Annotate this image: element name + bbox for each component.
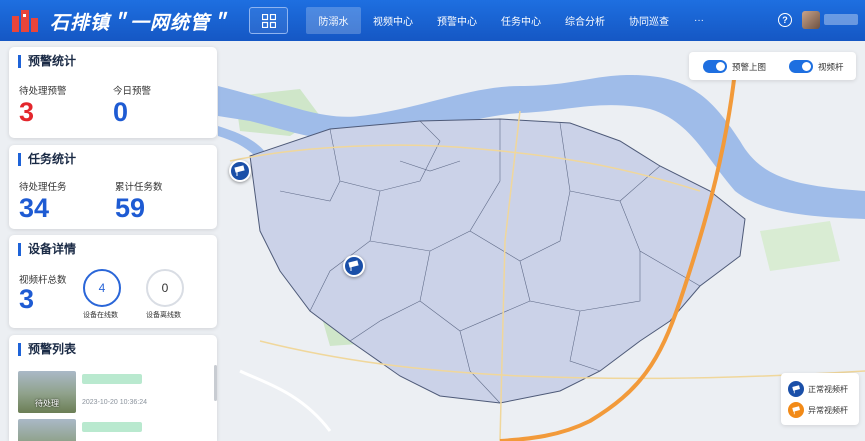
warning-list-item[interactable] xyxy=(18,419,208,441)
warning-list-scrollbar[interactable] xyxy=(214,365,217,401)
warning-location-blurred xyxy=(82,374,142,384)
task-stats-panel: 任务统计 待处理任务 34 累计任务数 59 xyxy=(9,145,217,229)
nav-more[interactable]: ··· xyxy=(681,7,717,34)
total-task-value: 59 xyxy=(115,193,146,223)
pending-task-value: 34 xyxy=(19,193,50,223)
avatar[interactable] xyxy=(802,11,820,29)
camera-icon xyxy=(234,165,245,176)
app-root: 石排镇＂一网统管＂ 防溺水 视频中心 预警中心 任务中心 综合分析 协同巡查 ·… xyxy=(0,0,865,441)
total-task-label: 累计任务数 xyxy=(115,182,163,193)
nav-tab-analysis[interactable]: 综合分析 xyxy=(553,7,617,34)
today-warning-label: 今日预警 xyxy=(113,86,152,97)
warning-layer-label: 预警上图 xyxy=(732,62,767,72)
top-bar: 石排镇＂一网统管＂ 防溺水 视频中心 预警中心 任务中心 综合分析 协同巡查 ·… xyxy=(0,0,865,41)
video-pole-marker[interactable] xyxy=(343,255,365,277)
warning-layer-switch[interactable] xyxy=(703,60,727,73)
nav-tab-task-center[interactable]: 任务中心 xyxy=(489,7,553,34)
device-detail-title: 设备详情 xyxy=(18,243,76,256)
warning-list-panel: 预警列表 待处理 2023-10-20 10:36:24 xyxy=(9,335,217,441)
device-detail-panel: 设备详情 视频杆总数 3 4 设备在线数 0 设备离线数 xyxy=(9,235,217,328)
warning-location-blurred xyxy=(82,422,142,432)
video-pole-layer-switch[interactable] xyxy=(789,60,813,73)
video-pole-layer-label: 视频杆 xyxy=(818,62,844,72)
normal-pole-icon xyxy=(788,381,804,397)
warning-thumbnail xyxy=(18,419,76,441)
grid-icon xyxy=(261,13,276,28)
legend-normal: 正常视频杆 xyxy=(788,380,848,398)
app-logo xyxy=(12,10,38,32)
today-warning-value: 0 xyxy=(113,97,129,127)
nav-tab-drowning-prevention[interactable]: 防溺水 xyxy=(306,7,361,34)
map-legend: 正常视频杆 异常视频杆 xyxy=(781,373,859,425)
camera-icon xyxy=(348,260,359,271)
warning-stats-panel: 预警统计 待处理预警 3 今日预警 0 xyxy=(9,47,217,138)
abnormal-pole-icon xyxy=(788,402,804,418)
legend-abnormal-label: 异常视频杆 xyxy=(808,405,848,415)
nav-tab-video-center[interactable]: 视频中心 xyxy=(361,7,425,34)
warning-stats-title: 预警统计 xyxy=(18,55,76,68)
pending-task-label: 待处理任务 xyxy=(19,182,67,193)
device-offline-ring: 0 xyxy=(146,269,184,307)
pending-warning-label: 待处理预警 xyxy=(19,86,67,97)
task-stats-title: 任务统计 xyxy=(18,153,76,166)
pending-warning-value: 3 xyxy=(19,97,35,127)
device-online-ring: 4 xyxy=(83,269,121,307)
video-pole-marker[interactable] xyxy=(229,160,251,182)
warning-thumbnail: 待处理 xyxy=(18,371,76,413)
warning-list-item[interactable]: 待处理 2023-10-20 10:36:24 xyxy=(18,371,208,413)
nav-tab-patrol[interactable]: 协同巡查 xyxy=(617,7,681,34)
video-pole-total-value: 3 xyxy=(19,284,35,314)
user-name-blurred[interactable] xyxy=(824,14,858,25)
nav-tab-warning-center[interactable]: 预警中心 xyxy=(425,7,489,34)
app-title: 石排镇＂一网统管＂ xyxy=(50,13,231,34)
warning-thumbnail-caption: 待处理 xyxy=(35,399,59,408)
warning-list-title: 预警列表 xyxy=(18,343,76,356)
legend-abnormal: 异常视频杆 xyxy=(788,401,848,419)
help-icon[interactable]: ? xyxy=(778,13,792,27)
device-online-label: 设备在线数 xyxy=(83,312,118,319)
device-offline-label: 设备离线数 xyxy=(146,312,181,319)
layer-toggle-box: 预警上图 视频杆 xyxy=(689,52,856,80)
main-nav: 防溺水 视频中心 预警中心 任务中心 综合分析 协同巡查 ··· xyxy=(306,7,717,34)
legend-normal-label: 正常视频杆 xyxy=(808,384,848,394)
app-grid-button[interactable] xyxy=(249,7,288,34)
warning-time: 2023-10-20 10:36:24 xyxy=(82,399,147,406)
